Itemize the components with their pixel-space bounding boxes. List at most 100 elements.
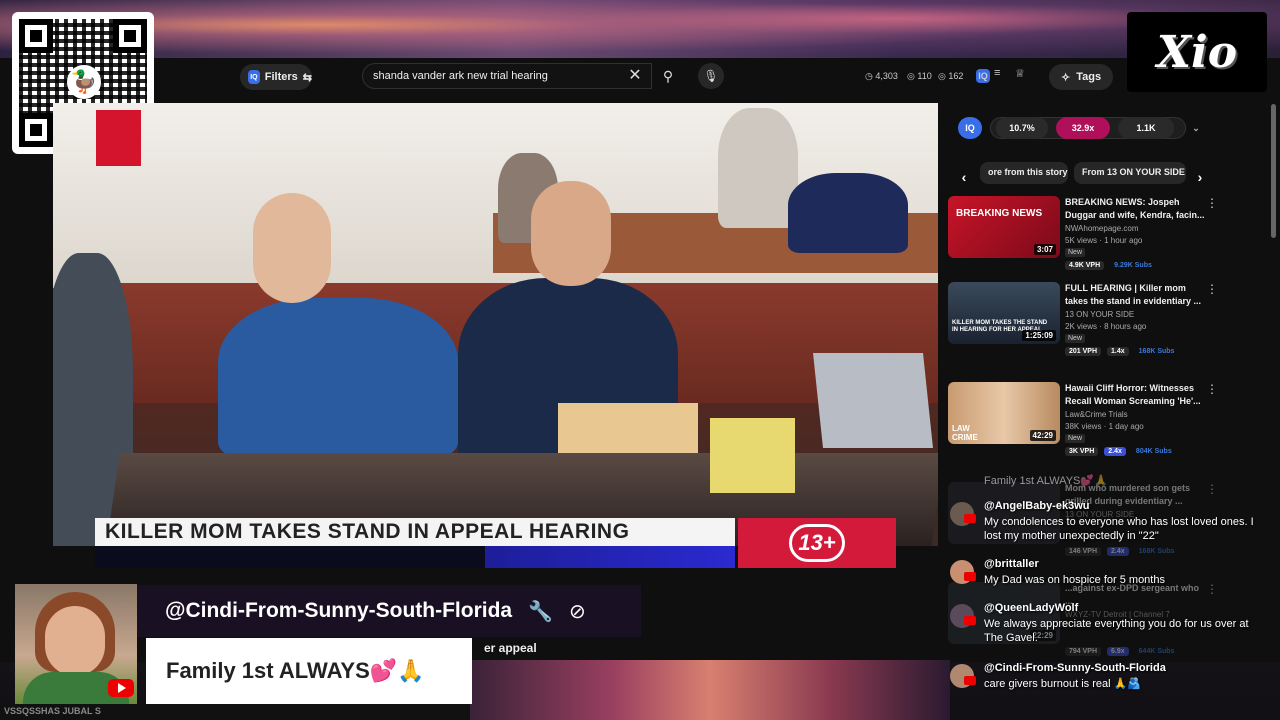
subs-badge: 168K Subs [1138,348,1175,355]
youtube-icon [964,616,976,625]
recommended-video[interactable]: LAW CRIME 42:29 Hawaii Cliff Horror: Wit… [948,382,1218,462]
vph-badge: 201 VPH [1065,347,1102,356]
recommended-video[interactable]: BREAKING NEWS 3:07 BREAKING NEWS: Jospeh… [948,196,1218,276]
subs-badge: 9.29K Subs [1114,262,1152,269]
qr-finder [19,113,53,147]
voice-search-button[interactable]: 🎙 [698,63,724,89]
video-scene-tissue-box [710,418,795,493]
station-logo-text: 13+ [789,524,845,562]
chat-text: My condolences to everyone who has lost … [984,516,1254,542]
chat-message: @AngelBaby-ek3wu My condolences to every… [950,500,1270,550]
comments-count: 162 [948,71,964,81]
chat-header: Family 1st ALWAYS💕🙏 [984,475,1108,487]
thumbnail-text: LAW CRIME [952,424,978,442]
ratio-badge: 2.4x [1104,447,1126,456]
video-thumbnail[interactable]: KILLER MOM TAKES THE STAND IN HEARING FO… [948,282,1060,344]
video-stats: 3K VPH 2.4x 804K Subs [1065,447,1176,456]
video-duration: 1:25:09 [1022,330,1056,341]
qr-finder [19,19,53,53]
more-options-icon[interactable]: ⋮ [1206,196,1218,210]
youtube-icon [964,572,976,581]
video-headline-bar-dark [95,546,485,568]
featured-comment: Family 1st ALWAYS💕🙏 [146,638,472,704]
video-thumbnail[interactable]: BREAKING NEWS 3:07 [948,196,1060,258]
video-title[interactable]: Hawaii Cliff Horror: Witnesses Recall Wo… [1065,382,1205,408]
qr-finder [113,19,147,53]
filters-label: Filters [264,71,298,83]
video-channel[interactable]: Law&Crime Trials [1065,410,1128,419]
likes-stat: ◎ 110 [907,71,932,81]
video-corner-graphic [96,110,141,166]
chip-more-from-story[interactable]: ore from this story [980,162,1068,184]
chat-message: @QueenLadyWolf We always appreciate ever… [950,602,1270,652]
chat-author: @brittaller [984,558,1039,570]
new-badge: New [1065,434,1086,443]
sidebar-scrollbar[interactable] [1271,104,1276,238]
chat-message: @Cindi-From-Sunny-South-Florida care giv… [950,662,1270,702]
clear-search-icon[interactable]: ✕ [626,66,644,86]
search-button[interactable]: ⚲ [653,63,683,89]
commenter-name: @Cindi-From-Sunny-South-Florida [165,599,513,622]
more-options-icon[interactable]: ⋮ [1206,482,1218,496]
chat-author: @Cindi-From-Sunny-South-Florida [984,662,1166,674]
block-icon: ⊘ [569,600,586,623]
video-title[interactable]: BREAKING NEWS: Jospeh Duggar and wife, K… [1065,196,1205,222]
chip-from-channel[interactable]: From 13 ON YOUR SIDE [1074,162,1186,184]
video-stats: 4.9K VPH 9.29K Subs [1065,261,1156,270]
chat-author: @QueenLadyWolf [984,602,1079,614]
iq-badge-icon[interactable]: IQ [976,69,990,83]
chevron-down-icon[interactable]: ⌄ [1186,117,1206,139]
tags-button[interactable]: ✧ Tags [1049,64,1113,90]
video-duration: 3:07 [1033,244,1056,255]
youtube-icon [964,514,976,523]
search-input[interactable]: shanda vander ark new trial hearing [362,63,652,89]
chat-text: care givers burnout is real 🙏🫂 [984,678,1142,690]
likes-count: 110 [917,71,932,81]
tags-label: Tags [1076,71,1102,83]
commenter-banner: @Cindi-From-Sunny-South-Florida 🔧 ⊘ [137,585,641,637]
host-face [45,606,105,676]
comments-stat: ◎ 162 [938,71,964,81]
video-stats: 201 VPH 1.4x 168K Subs [1065,347,1178,356]
stat-percent: 10.7% [996,117,1048,139]
video-meta: 38K views · 1 day ago [1065,422,1144,431]
more-options-icon[interactable]: ⋮ [1206,282,1218,296]
sliders-icon: ⇆ [302,71,312,84]
station-logo: 13+ [738,518,896,568]
thumbnail-text: BREAKING NEWS [956,208,1043,219]
recommended-video[interactable]: KILLER MOM TAKES THE STAND IN HEARING FO… [948,282,1218,362]
xio-logo: Xio [1127,12,1267,92]
video-duration: 42:29 [1029,430,1056,441]
more-options-icon[interactable]: ⋮ [1206,382,1218,396]
magic-icon: ✧ [1061,71,1071,84]
list-icon[interactable]: ≡ [994,67,1000,79]
video-player[interactable] [53,103,938,546]
video-meta: 2K views · 8 hours ago [1065,322,1147,331]
video-scene-papers [558,403,698,453]
background-sky-bottom [470,660,950,720]
trophy-icon[interactable]: ♕ [1015,67,1025,80]
new-badge: New [1065,334,1086,343]
chat-author: @AngelBaby-ek3wu [984,500,1090,512]
video-channel[interactable]: 13 ON YOUR SIDE [1065,310,1134,319]
video-thumbnail[interactable]: LAW CRIME 42:29 [948,382,1060,444]
chevron-right-icon[interactable]: › [1190,165,1210,189]
chat-message: @brittaller My Dad was on hospice for 5 … [950,558,1270,598]
video-scene-head [253,193,331,303]
video-caption-fragment: er appeal [484,641,537,655]
video-channel[interactable]: NWAhomepage.com [1065,224,1139,233]
video-scene-defendant [218,298,458,458]
stat-count: 1.1K [1118,117,1174,139]
duck-logo-icon: 🦆 [67,65,101,99]
iq-sidebar-icon[interactable]: IQ [958,117,982,139]
bottom-ticker: VSSQSSHAS JUBAL S [0,704,470,720]
filters-button[interactable]: IQ Filters ⇆ [240,64,312,90]
stat-ratio: 32.9x [1056,117,1110,139]
subs-badge: 804K Subs [1135,448,1172,455]
microphone-icon: 🎙 [703,69,719,83]
video-title[interactable]: FULL HEARING | Killer mom takes the stan… [1065,282,1205,308]
chevron-left-icon[interactable]: ‹ [954,165,974,189]
video-scene-person [788,173,908,253]
views-count: 4,303 [875,71,898,81]
ratio-badge: 1.4x [1107,347,1129,356]
